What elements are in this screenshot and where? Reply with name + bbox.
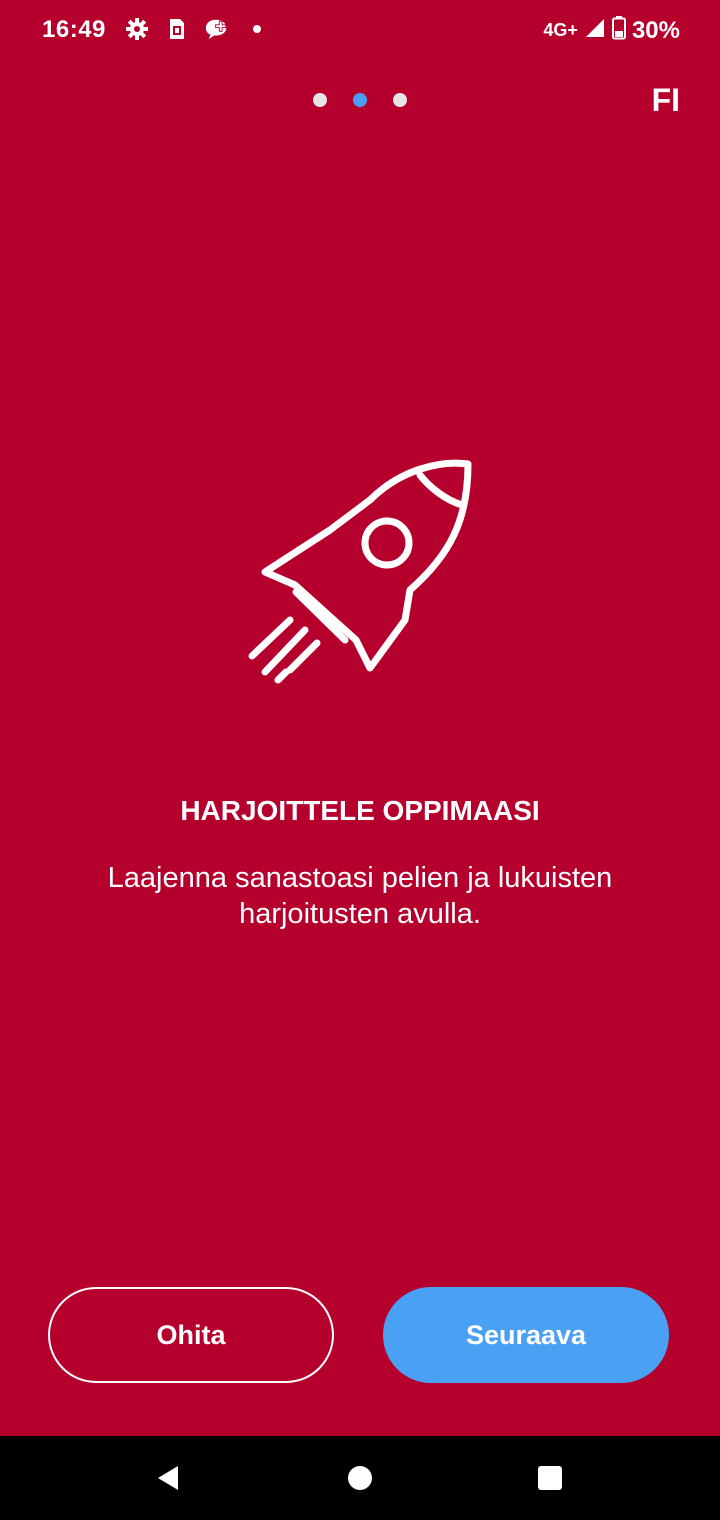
navigation-bar xyxy=(0,1436,720,1520)
page-dot-3 xyxy=(393,93,407,107)
page-indicator xyxy=(0,90,720,110)
back-icon[interactable] xyxy=(128,1436,208,1520)
page-dot-1 xyxy=(313,93,327,107)
settings-icon xyxy=(124,16,150,42)
status-notification-icons xyxy=(124,16,270,42)
signal-icon xyxy=(584,17,606,44)
home-icon[interactable] xyxy=(320,1436,400,1520)
next-button[interactable]: Seuraava xyxy=(383,1287,669,1383)
status-time: 16:49 xyxy=(42,16,106,43)
network-type: 4G+ xyxy=(543,20,578,40)
notification-dot-icon xyxy=(244,16,270,42)
chat-plus-icon xyxy=(204,16,230,42)
language-selector[interactable]: FI xyxy=(652,82,680,119)
status-system-icons: 4G+ 30% xyxy=(543,16,680,45)
skip-button[interactable]: Ohita xyxy=(48,1287,334,1383)
page-dot-2-active xyxy=(353,93,367,107)
onboarding-title: HARJOITTELE OPPIMAASI xyxy=(180,795,540,826)
battery-icon xyxy=(611,16,626,45)
sim-card-icon xyxy=(164,16,190,42)
status-bar: 16:49 4G+ 30% xyxy=(0,0,720,60)
onboarding-description: Laajenna sanastoasi pelien ja lukuisten … xyxy=(107,862,613,930)
recents-icon[interactable] xyxy=(510,1436,590,1520)
rocket-icon xyxy=(240,455,480,695)
battery-percentage: 30% xyxy=(631,16,680,44)
